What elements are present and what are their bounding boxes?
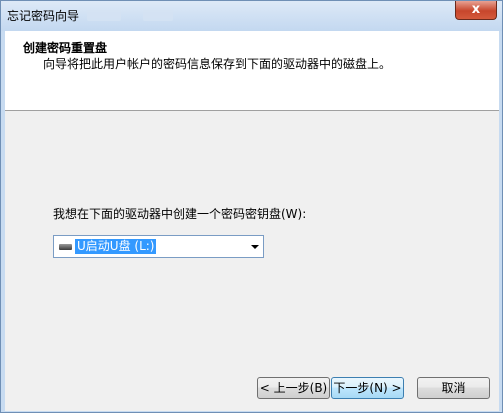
usb-drive-icon (59, 244, 72, 250)
drive-select-value: U启动U盘 (L:) (75, 239, 157, 254)
back-button[interactable]: < 上一步(B) (257, 377, 330, 399)
window-title: 忘记密码向导 (7, 9, 80, 23)
title-bar-blur (87, 10, 121, 21)
title-bar-blur (143, 10, 173, 21)
wizard-window: 忘记密码向导 x 创建密码重置盘 向导将把此用户帐户的密码信息保存到下面的驱动器… (0, 0, 503, 413)
page-title: 创建密码重置盘 (23, 41, 108, 55)
chevron-down-icon[interactable] (251, 245, 259, 249)
close-button[interactable]: x (455, 1, 497, 20)
wizard-header: 创建密码重置盘 向导将把此用户帐户的密码信息保存到下面的驱动器中的磁盘上。 (5, 31, 499, 111)
close-icon: x (471, 2, 481, 17)
drive-prompt-label: 我想在下面的驱动器中创建一个密码密钥盘(W): (53, 207, 307, 221)
drive-select[interactable]: U启动U盘 (L:) (53, 235, 264, 258)
next-button[interactable]: 下一步(N) > (331, 377, 404, 399)
title-bar[interactable]: 忘记密码向导 x (1, 1, 502, 31)
cancel-button[interactable]: 取消 (417, 377, 490, 399)
wizard-client-area: 创建密码重置盘 向导将把此用户帐户的密码信息保存到下面的驱动器中的磁盘上。 我想… (5, 31, 499, 411)
page-description: 向导将把此用户帐户的密码信息保存到下面的驱动器中的磁盘上。 (43, 57, 392, 71)
